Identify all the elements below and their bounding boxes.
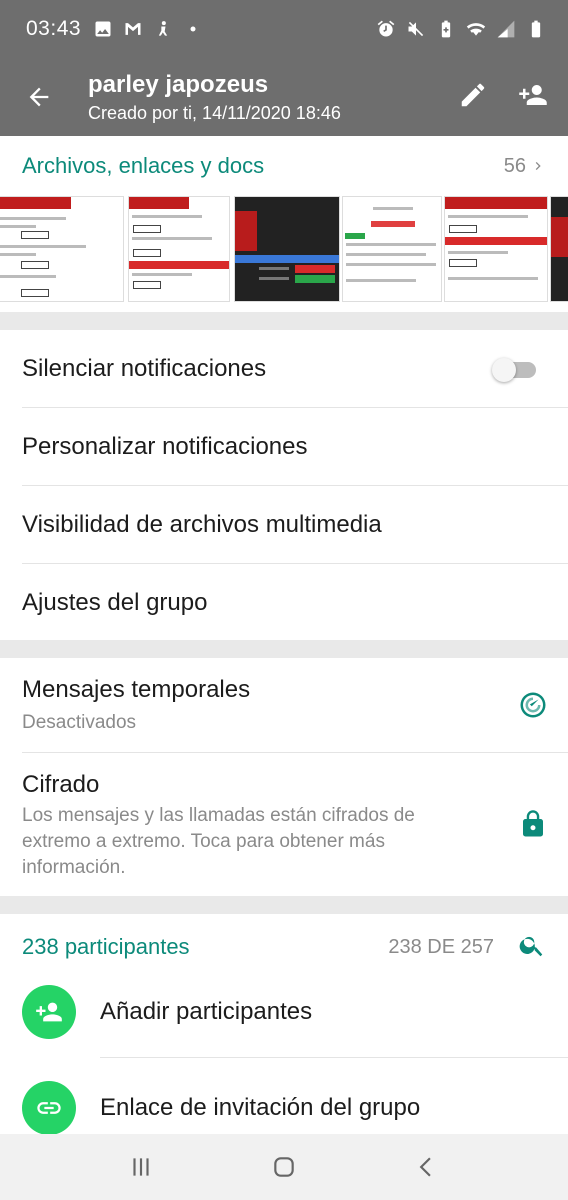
participants-header: 238 participantes 238 DE 257	[22, 932, 546, 962]
mute-notifications-toggle[interactable]	[492, 358, 536, 382]
participants-title: 238 participantes	[22, 934, 190, 959]
mute-icon	[406, 19, 426, 39]
chevron-left-icon	[419, 1157, 431, 1177]
mute-notifications-label: Silenciar notificaciones	[22, 355, 267, 382]
image-icon	[93, 19, 113, 39]
app-bar-actions	[458, 80, 548, 115]
gmail-icon	[123, 19, 143, 39]
custom-notifications-row[interactable]: Personalizar notificaciones	[0, 408, 568, 486]
mute-notifications-row[interactable]: Silenciar notificaciones	[0, 330, 568, 408]
participants-count: 238 DE 257	[388, 935, 494, 958]
group-settings-label: Ajustes del grupo	[22, 589, 208, 616]
chevron-right-icon	[535, 162, 541, 170]
status-system-icons	[376, 19, 546, 39]
media-title: Archivos, enlaces y docs	[22, 153, 265, 178]
edit-icon	[461, 83, 485, 106]
group-settings-row[interactable]: Ajustes del grupo	[0, 564, 568, 642]
privacy-section: Mensajes temporales Desactivados Cifrado…	[0, 658, 568, 896]
media-thumbnail[interactable]	[128, 196, 230, 302]
group-name: parley japozeus	[88, 70, 269, 98]
media-visibility-label: Visibilidad de archivos multimedia	[22, 511, 382, 538]
edit-button[interactable]	[458, 80, 488, 115]
media-header[interactable]: Archivos, enlaces y docs 56	[0, 136, 568, 196]
disappearing-messages-title: Mensajes temporales	[22, 676, 251, 703]
media-thumbnail[interactable]	[0, 196, 124, 302]
add-participants-label: Añadir participantes	[100, 998, 313, 1025]
media-thumbnail[interactable]	[342, 196, 442, 302]
link-icon	[37, 1102, 61, 1114]
wifi-icon	[466, 19, 486, 39]
status-time: 03:43	[26, 17, 82, 40]
add-participant-icon	[519, 84, 547, 105]
back-button[interactable]	[0, 58, 78, 136]
media-section: Archivos, enlaces y docs 56	[0, 136, 568, 312]
custom-notifications-label: Personalizar notificaciones	[22, 433, 308, 460]
search-participants-button[interactable]	[518, 931, 546, 964]
encryption-row[interactable]: Cifrado Los mensajes y las llamadas está…	[0, 753, 568, 896]
add-participant-button[interactable]	[518, 80, 548, 115]
notification-settings-section: Silenciar notificaciones Personalizar no…	[0, 330, 568, 640]
media-count-value: 56	[503, 154, 526, 177]
timer-icon	[518, 690, 548, 720]
back-nav-button[interactable]	[407, 1147, 447, 1187]
status-bar: 03:43	[0, 0, 568, 58]
group-header[interactable]: parley japozeus Creado por ti, 14/11/202…	[88, 71, 341, 124]
status-notification-icons	[93, 19, 203, 39]
add-participants-row[interactable]: Añadir participantes	[0, 964, 568, 1060]
invite-link-avatar	[22, 1081, 76, 1135]
media-count[interactable]: 56	[504, 155, 546, 178]
home-icon	[274, 1157, 294, 1177]
group-created-info: Creado por ti, 14/11/2020 18:46	[88, 102, 341, 123]
alarm-icon	[376, 19, 396, 39]
disappearing-messages-row[interactable]: Mensajes temporales Desactivados	[0, 658, 568, 752]
encryption-description: Los mensajes y las llamadas están cifrad…	[22, 805, 415, 878]
disappearing-messages-value: Desactivados	[22, 712, 137, 733]
media-visibility-row[interactable]: Visibilidad de archivos multimedia	[0, 486, 568, 564]
activity-icon	[153, 19, 173, 39]
navigation-bar	[0, 1134, 568, 1200]
media-thumbnail[interactable]	[234, 196, 340, 302]
app-bar: parley japozeus Creado por ti, 14/11/202…	[0, 58, 568, 136]
add-participants-avatar	[22, 985, 76, 1039]
home-button[interactable]	[264, 1147, 304, 1187]
battery-saver-icon	[436, 19, 456, 39]
recent-apps-button[interactable]	[121, 1147, 161, 1187]
media-thumbnails	[0, 196, 568, 302]
recent-apps-icon	[133, 1158, 149, 1176]
dot-icon	[183, 19, 203, 39]
lock-icon	[518, 809, 548, 839]
search-icon	[519, 936, 543, 956]
battery-icon	[526, 19, 546, 39]
invite-link-label: Enlace de invitación del grupo	[100, 1094, 421, 1121]
media-thumbnail[interactable]	[550, 196, 568, 302]
add-person-icon	[36, 1002, 62, 1022]
encryption-title: Cifrado	[22, 771, 100, 798]
participants-section: 238 participantes 238 DE 257 Añadir part…	[0, 914, 568, 1135]
arrow-back-icon	[29, 87, 49, 107]
media-thumbnail[interactable]	[444, 196, 548, 302]
signal-icon	[496, 19, 516, 39]
